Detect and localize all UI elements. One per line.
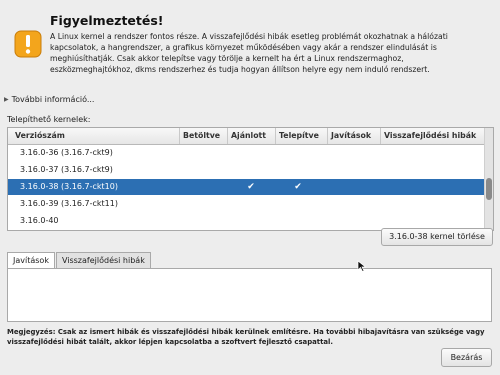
expander-arrow-icon: ▶ (4, 96, 9, 103)
more-info-label: További információ... (11, 95, 95, 104)
tab-panel (7, 268, 492, 322)
dialog-title: Figyelmeztetés! (50, 13, 164, 28)
close-button[interactable]: Bezárás (441, 348, 492, 367)
column-header-fixes[interactable]: Javítások (328, 128, 381, 144)
scrollbar-thumb[interactable] (486, 178, 492, 200)
table-header: Verziószám Betöltve Ajánlott Telepítve J… (8, 128, 485, 145)
column-header-version[interactable]: Verziószám (8, 128, 180, 144)
kernel-version: 3.16.0-40 (20, 216, 59, 225)
kernel-version: 3.16.0-39 (3.16.7-ckt11) (20, 199, 118, 208)
warning-icon (14, 30, 42, 58)
installed-check-icon: ✔ (294, 182, 302, 192)
kernel-version: 3.16.0-37 (3.16.7-ckt9) (20, 165, 113, 174)
mouse-pointer-icon (357, 260, 367, 272)
column-header-installed[interactable]: Telepítve (276, 128, 328, 144)
table-row-selected[interactable]: 3.16.0-38 (3.16.7-ckt10) ✔ ✔ (8, 179, 485, 195)
kernel-version: 3.16.0-36 (3.16.7-ckt9) (20, 148, 113, 157)
kernel-table[interactable]: Verziószám Betöltve Ajánlott Telepítve J… (7, 127, 494, 231)
table-row[interactable]: 3.16.0-39 (3.16.7-ckt11) (8, 196, 485, 212)
remove-kernel-button[interactable]: 3.16.0-38 kernel törlése (381, 228, 493, 246)
column-header-recommended[interactable]: Ajánlott (228, 128, 276, 144)
details-tabs: Javítások Visszafejlődési hibák (7, 252, 152, 269)
vertical-scrollbar[interactable] (484, 128, 493, 230)
column-header-loaded[interactable]: Betöltve (180, 128, 228, 144)
tab-regressions[interactable]: Visszafejlődési hibák (55, 252, 151, 268)
tab-fixes[interactable]: Javítások (7, 252, 55, 269)
table-row[interactable]: 3.16.0-36 (3.16.7-ckt9) (8, 145, 485, 161)
table-row[interactable]: 3.16.0-37 (3.16.7-ckt9) (8, 162, 485, 178)
recommended-check-icon: ✔ (247, 182, 255, 192)
warning-description: A Linux kernel a rendszer fontos része. … (50, 32, 448, 74)
more-info-expander[interactable]: ▶ További információ... (4, 95, 94, 104)
kernels-label: Telepíthető kernelek: (7, 115, 91, 124)
note-text: Megjegyzés: Csak az ismert hibák és viss… (7, 328, 485, 346)
table-row[interactable]: 3.16.0-40 (8, 213, 485, 229)
kernel-version: 3.16.0-38 (3.16.7-ckt10) (20, 182, 118, 191)
column-header-regressions[interactable]: Visszafejlődési hibák (381, 128, 485, 144)
